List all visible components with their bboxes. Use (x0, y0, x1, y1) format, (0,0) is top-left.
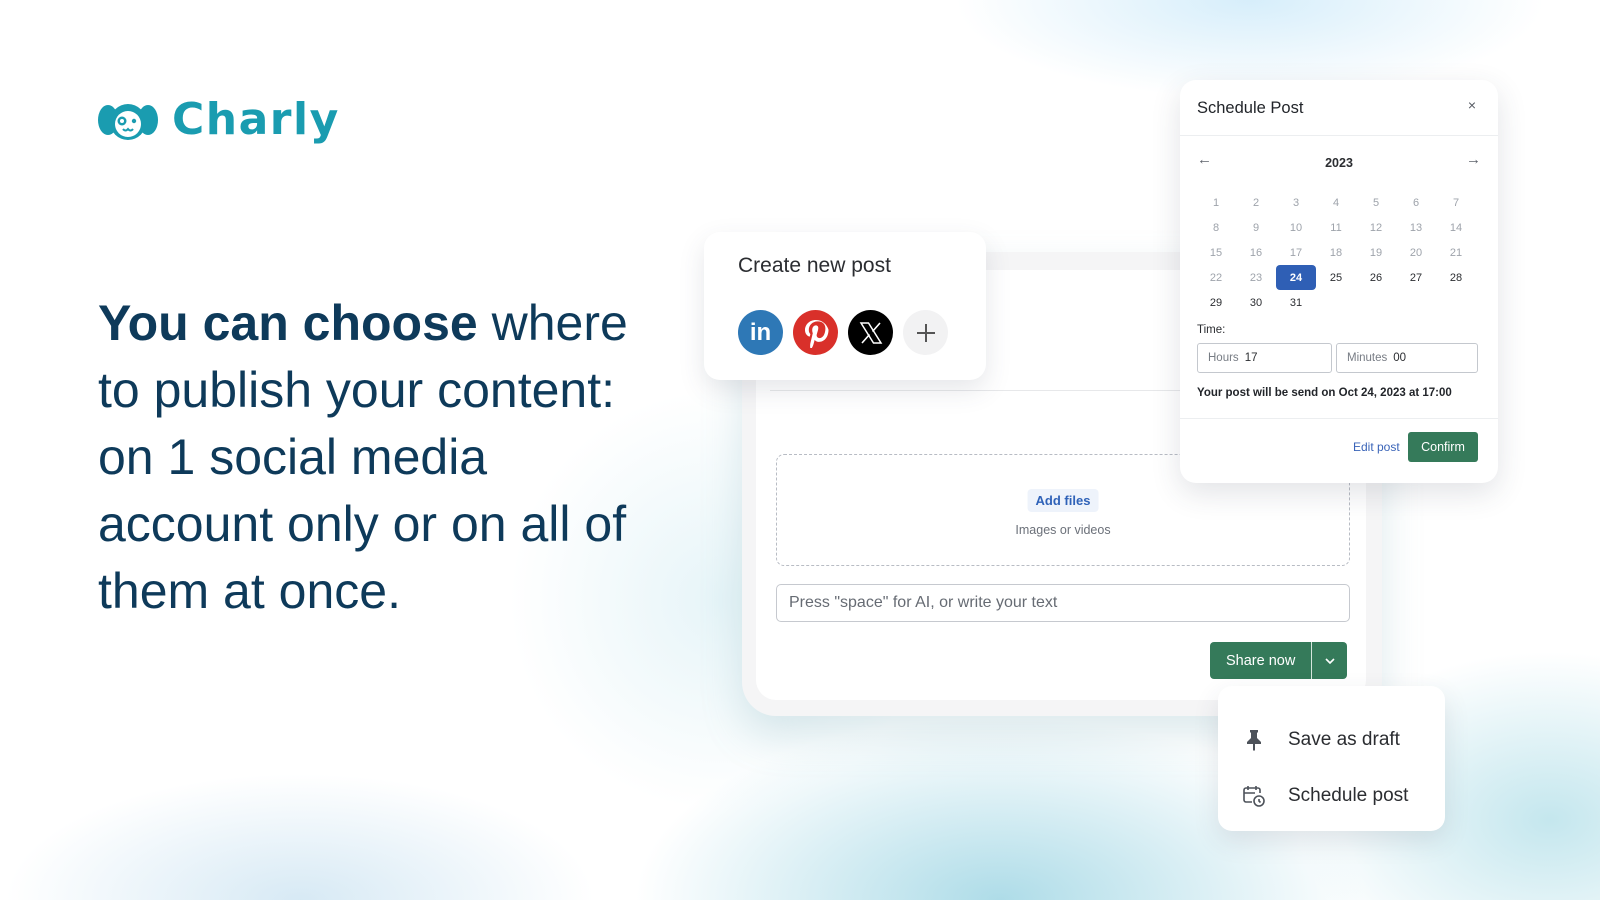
network-selector: in (738, 310, 948, 355)
calendar-day[interactable]: 5 (1356, 190, 1396, 215)
modal-header-divider (1180, 135, 1498, 136)
headline-bold: You can choose (98, 295, 478, 351)
calendar-day[interactable]: 19 (1356, 240, 1396, 265)
close-icon[interactable]: × (1468, 97, 1476, 113)
edit-post-link[interactable]: Edit post (1353, 440, 1400, 454)
calendar-day-selected[interactable]: 24 (1276, 265, 1316, 290)
calendar-day[interactable]: 15 (1196, 240, 1236, 265)
dropzone-hint: Images or videos (1015, 523, 1111, 537)
minutes-value: 00 (1393, 352, 1407, 364)
calendar-day[interactable]: 18 (1316, 240, 1356, 265)
calendar-day[interactable]: 9 (1236, 215, 1276, 240)
pinterest-icon (804, 319, 828, 348)
pin-icon (1242, 728, 1266, 752)
calendar-day[interactable]: 31 (1276, 290, 1316, 315)
pinterest-button[interactable] (793, 310, 838, 355)
calendar-day[interactable]: 6 (1396, 190, 1436, 215)
minutes-input[interactable]: Minutes 00 (1336, 343, 1478, 373)
calendar-grid: 1 2 3 4 5 6 7 8 9 10 11 12 13 14 15 16 17 18 19 20 21 22 23 24 2… (1196, 190, 1476, 315)
hours-input[interactable]: Hours 17 (1197, 343, 1332, 373)
calendar-day[interactable]: 27 (1396, 265, 1436, 290)
calendar-day[interactable]: 28 (1436, 265, 1476, 290)
calendar-day[interactable]: 3 (1276, 190, 1316, 215)
brand-logo: Charly (98, 94, 340, 145)
create-post-title: Create new post (738, 254, 891, 277)
calendar-day[interactable]: 20 (1396, 240, 1436, 265)
menu-item-label: Save as draft (1288, 729, 1400, 750)
linkedin-button[interactable]: in (738, 310, 783, 355)
calendar-day[interactable]: 7 (1436, 190, 1476, 215)
headline: You can choose where to publish your con… (98, 290, 668, 625)
calendar-day[interactable]: 21 (1436, 240, 1476, 265)
calendar-clock-icon (1242, 784, 1266, 808)
menu-item-label: Schedule post (1288, 785, 1409, 806)
calendar-day[interactable]: 11 (1316, 215, 1356, 240)
calendar-day[interactable]: 13 (1396, 215, 1436, 240)
calendar-day[interactable]: 23 (1236, 265, 1276, 290)
linkedin-icon: in (749, 318, 772, 346)
hours-label: Hours (1208, 352, 1239, 364)
create-post-card: Create new post in (704, 232, 986, 380)
modal-footer-divider (1180, 418, 1498, 419)
add-files-button[interactable]: Add files (1027, 489, 1099, 512)
share-options-menu: Save as draft Schedule post (1218, 686, 1445, 831)
calendar-day[interactable]: 25 (1316, 265, 1356, 290)
calendar-day[interactable]: 10 (1276, 215, 1316, 240)
menu-item-schedule-post[interactable]: Schedule post (1242, 784, 1408, 808)
next-arrow-icon[interactable]: → (1466, 151, 1481, 168)
calendar-day[interactable]: 12 (1356, 215, 1396, 240)
post-text-input[interactable] (776, 584, 1350, 622)
calendar-day[interactable]: 30 (1236, 290, 1276, 315)
share-now-button[interactable]: Share now (1210, 642, 1312, 679)
share-button-group: Share now (1210, 642, 1348, 679)
confirm-button[interactable]: Confirm (1408, 432, 1478, 462)
calendar-day[interactable]: 16 (1236, 240, 1276, 265)
calendar-day[interactable]: 26 (1356, 265, 1396, 290)
send-info-text: Your post will be send on Oct 24, 2023 a… (1197, 387, 1452, 399)
calendar-day[interactable]: 22 (1196, 265, 1236, 290)
x-icon (859, 321, 882, 344)
hours-value: 17 (1244, 352, 1258, 364)
minutes-label: Minutes (1347, 352, 1388, 364)
schedule-post-modal: Schedule Post × ← 2023 → 1 2 3 4 5 6 7 8 9 10 11 12… (1180, 80, 1498, 483)
brand-name: Charly (172, 94, 340, 145)
modal-title: Schedule Post (1197, 99, 1304, 117)
calendar-day[interactable]: 29 (1196, 290, 1236, 315)
time-label: Time: (1197, 324, 1226, 336)
calendar-day[interactable]: 1 (1196, 190, 1236, 215)
calendar-year: 2023 (1325, 156, 1353, 170)
calendar-day[interactable]: 2 (1236, 190, 1276, 215)
menu-item-save-draft[interactable]: Save as draft (1242, 728, 1400, 752)
calendar-day[interactable]: 17 (1276, 240, 1316, 265)
calendar-day[interactable]: 4 (1316, 190, 1356, 215)
add-network-button[interactable] (903, 310, 948, 355)
calendar-day[interactable]: 8 (1196, 215, 1236, 240)
share-options-toggle[interactable] (1311, 642, 1348, 679)
calendar-day[interactable]: 14 (1436, 215, 1476, 240)
plus-icon (916, 323, 935, 342)
x-button[interactable] (848, 310, 893, 355)
chevron-down-icon (1325, 657, 1335, 664)
dog-logo-icon (98, 103, 158, 140)
